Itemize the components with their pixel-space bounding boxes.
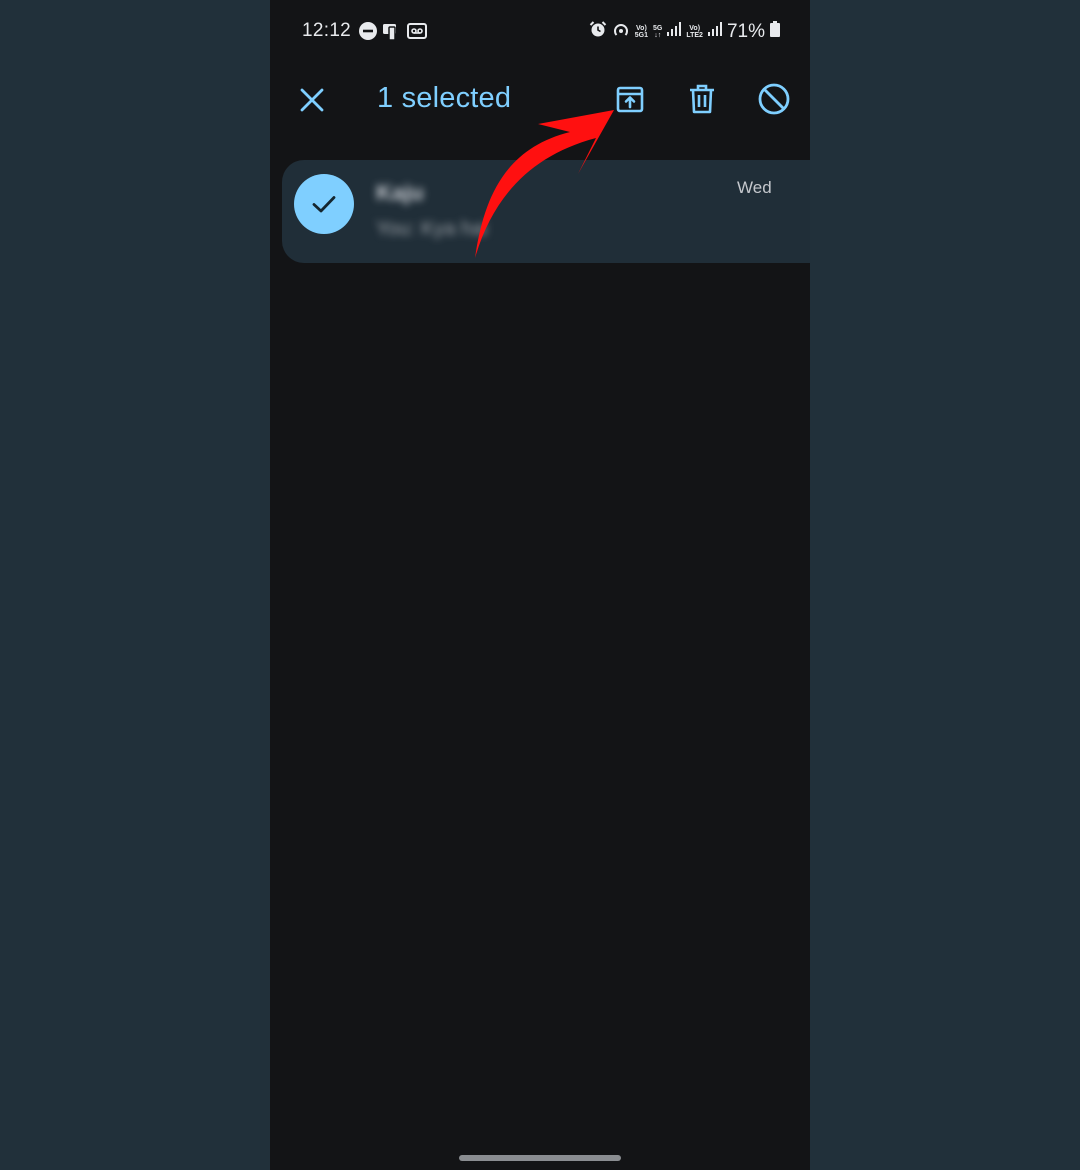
selection-toolbar: 1 selected [270, 64, 810, 132]
sim1-label-top: Vo) [636, 24, 647, 32]
status-right-icons: Vo) 5G1 5G ↓↑ Vo) LTE2 71% [589, 20, 780, 43]
conversation-row[interactable]: Kaju You: Kya hai Wed [282, 160, 810, 263]
delete-button[interactable] [682, 79, 722, 119]
phone-screen: 12:12 Vo) 5G1 5G ↓↑ Vo) LTE2 71% 1 selec… [270, 0, 810, 1170]
sim2-label-top: Vo) [689, 24, 701, 32]
selected-count: 1 selected [377, 82, 512, 114]
sim1-volte-label: Vo) 5G1 [635, 25, 648, 39]
message-snippet: You: Kya hai [376, 218, 488, 240]
avatar-selected [294, 174, 354, 234]
status-time: 12:12 [302, 20, 352, 41]
cassette-icon [406, 21, 428, 46]
block-icon [758, 83, 790, 115]
net-label: 5G [653, 24, 663, 32]
dnd-icon [358, 21, 378, 46]
signal-2-icon [707, 22, 722, 41]
nfc-icon [382, 21, 402, 46]
close-selection-button[interactable] [294, 82, 330, 118]
contact-name: Kaju [376, 180, 424, 205]
status-bar: 12:12 Vo) 5G1 5G ↓↑ Vo) LTE2 71% [270, 0, 810, 64]
sim1-label-bottom: 5G1 [634, 31, 649, 39]
battery-percent: 71% [726, 20, 765, 42]
conversation-date: Wed [737, 178, 772, 197]
checkmark-icon [312, 196, 336, 213]
sim2-label-bottom: LTE2 [686, 31, 703, 39]
block-button[interactable] [754, 79, 794, 119]
hotspot-icon [612, 20, 630, 43]
sim2-volte-label: Vo) LTE2 [686, 25, 703, 39]
network-5g-label: 5G ↓↑ [653, 25, 662, 39]
signal-1-icon [667, 22, 682, 41]
trash-icon [690, 84, 714, 114]
alarm-icon [589, 20, 607, 43]
archive-icon [616, 86, 644, 113]
home-indicator[interactable] [459, 1155, 621, 1161]
archive-button[interactable] [610, 79, 650, 119]
battery-icon [770, 21, 780, 42]
close-icon [300, 88, 324, 112]
status-left-icons [358, 21, 428, 46]
data-arrows-icon: ↓↑ [654, 31, 662, 39]
